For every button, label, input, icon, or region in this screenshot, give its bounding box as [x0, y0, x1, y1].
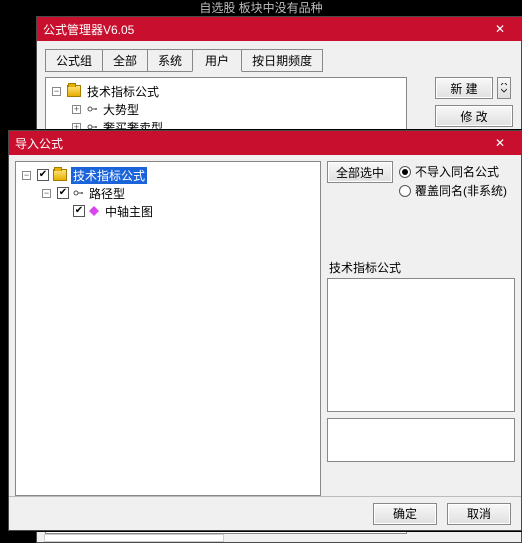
cancel-button[interactable]: 取消: [447, 503, 511, 525]
chevron-down-icon: [501, 83, 507, 93]
tree-label-selected[interactable]: 技术指标公式: [71, 167, 147, 184]
tree-node-root[interactable]: − 技术指标公式: [48, 82, 404, 100]
tab-all[interactable]: 全部: [102, 49, 148, 72]
expander-minus-icon[interactable]: −: [42, 189, 51, 198]
tree-checkbox[interactable]: ✔: [37, 169, 49, 181]
tree-label[interactable]: 大势型: [101, 101, 141, 118]
tree-label[interactable]: 技术指标公式: [85, 83, 161, 100]
radio-label: 覆盖同名(非系统): [415, 182, 507, 199]
dialog-button-bar: 确定 取消: [9, 496, 521, 530]
formula-icon: [89, 206, 99, 216]
top-status-text: 自选股 板块中没有品种: [0, 0, 522, 16]
tree-label[interactable]: 路径型: [87, 185, 127, 202]
close-icon[interactable]: ✕: [485, 19, 515, 39]
tree-node-child[interactable]: + 大势型: [48, 100, 404, 118]
expander-plus-icon[interactable]: +: [72, 105, 81, 114]
select-all-button[interactable]: 全部选中: [327, 161, 393, 183]
folder-icon: [53, 169, 67, 181]
radio-label: 不导入同名公式: [415, 163, 499, 180]
radio-icon: [399, 185, 411, 197]
expander-minus-icon[interactable]: −: [22, 171, 31, 180]
import-tree[interactable]: − ✔ 技术指标公式 − ✔ 路径型 ✔: [15, 161, 321, 496]
close-icon[interactable]: ✕: [485, 133, 515, 153]
tab-formula-group[interactable]: 公式组: [45, 49, 103, 72]
main-title: 公式管理器V6.05: [43, 21, 134, 38]
new-dropdown-button[interactable]: [497, 77, 511, 99]
expander-minus-icon[interactable]: −: [52, 87, 61, 96]
radio-icon-checked: [399, 166, 411, 178]
tree-label[interactable]: 中轴主图: [103, 203, 155, 220]
detail-panel-label: 技术指标公式: [327, 259, 515, 278]
detail-panel-small: [327, 418, 515, 462]
edit-button[interactable]: 修 改: [435, 105, 513, 127]
category-icon: [73, 188, 83, 198]
detail-panel: [327, 278, 515, 412]
tab-by-date[interactable]: 按日期频度: [241, 49, 323, 72]
import-formula-dialog: 导入公式 ✕ − ✔ 技术指标公式 − ✔ 路径型: [8, 130, 522, 531]
tab-system[interactable]: 系统: [147, 49, 193, 72]
background-field-peek: [44, 534, 224, 542]
tree-node-leaf[interactable]: ✔ 中轴主图: [18, 202, 318, 220]
ok-button[interactable]: 确定: [373, 503, 437, 525]
category-icon: [87, 104, 97, 114]
main-titlebar: 公式管理器V6.05 ✕: [37, 17, 521, 41]
radio-skip-duplicate[interactable]: 不导入同名公式: [399, 163, 507, 180]
tree-checkbox[interactable]: ✔: [73, 205, 85, 217]
main-tabs: 公式组 全部 系统 用户 按日期频度: [45, 49, 513, 72]
tree-node-child[interactable]: − ✔ 路径型: [18, 184, 318, 202]
import-titlebar: 导入公式 ✕: [9, 131, 521, 155]
radio-overwrite[interactable]: 覆盖同名(非系统): [399, 182, 507, 199]
tree-checkbox[interactable]: ✔: [57, 187, 69, 199]
tree-node-root[interactable]: − ✔ 技术指标公式: [18, 166, 318, 184]
tab-user[interactable]: 用户: [192, 49, 242, 72]
folder-icon: [67, 85, 81, 97]
new-button[interactable]: 新 建: [435, 77, 493, 99]
import-title: 导入公式: [15, 135, 63, 152]
